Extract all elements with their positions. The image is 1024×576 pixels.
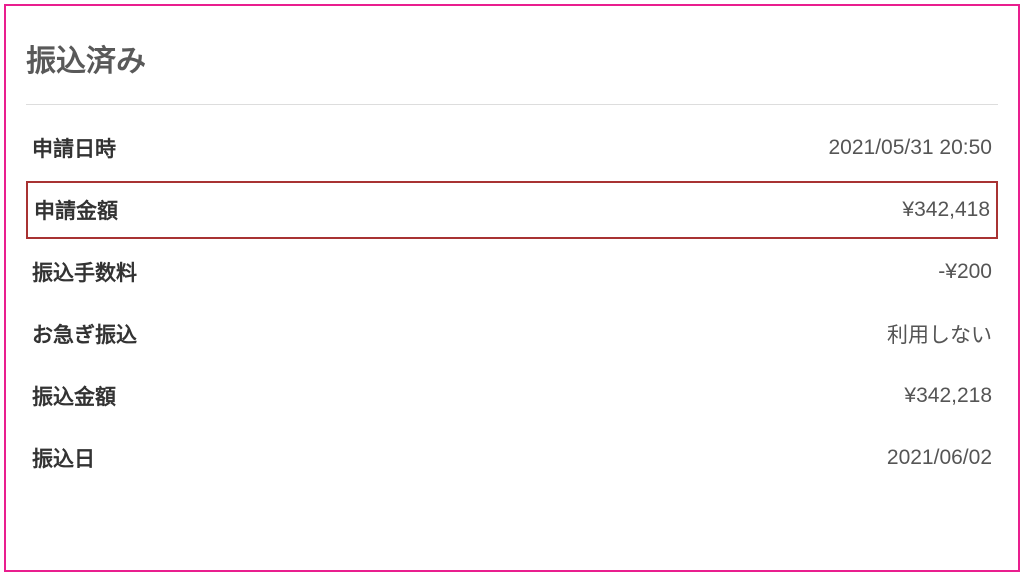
row-transfer-date: 振込日 2021/06/02 xyxy=(26,427,998,489)
row-applied-at: 申請日時 2021/05/31 20:50 xyxy=(26,117,998,179)
title-divider xyxy=(26,104,998,105)
value-transfer-date: 2021/06/02 xyxy=(887,446,992,470)
value-applied-at: 2021/05/31 20:50 xyxy=(829,136,993,160)
row-express-transfer: お急ぎ振込 利用しない xyxy=(26,303,998,365)
label-transfer-amount: 振込金額 xyxy=(32,381,116,411)
value-transfer-fee: -¥200 xyxy=(938,260,992,284)
highlight-applied-amount: 申請金額 ¥342,418 xyxy=(26,181,998,239)
row-applied-amount: 申請金額 ¥342,418 xyxy=(28,183,996,237)
label-applied-at: 申請日時 xyxy=(32,133,116,163)
row-transfer-amount: 振込金額 ¥342,218 xyxy=(26,365,998,427)
label-transfer-fee: 振込手数料 xyxy=(32,257,137,287)
page-title: 振込済み xyxy=(26,36,998,80)
label-express-transfer: お急ぎ振込 xyxy=(32,319,137,349)
label-transfer-date: 振込日 xyxy=(32,443,95,473)
value-transfer-amount: ¥342,218 xyxy=(904,384,992,408)
transfer-details-panel: 振込済み 申請日時 2021/05/31 20:50 申請金額 ¥342,418… xyxy=(4,4,1020,572)
label-applied-amount: 申請金額 xyxy=(34,195,118,225)
value-applied-amount: ¥342,418 xyxy=(902,198,990,222)
value-express-transfer: 利用しない xyxy=(887,319,992,349)
row-transfer-fee: 振込手数料 -¥200 xyxy=(26,241,998,303)
